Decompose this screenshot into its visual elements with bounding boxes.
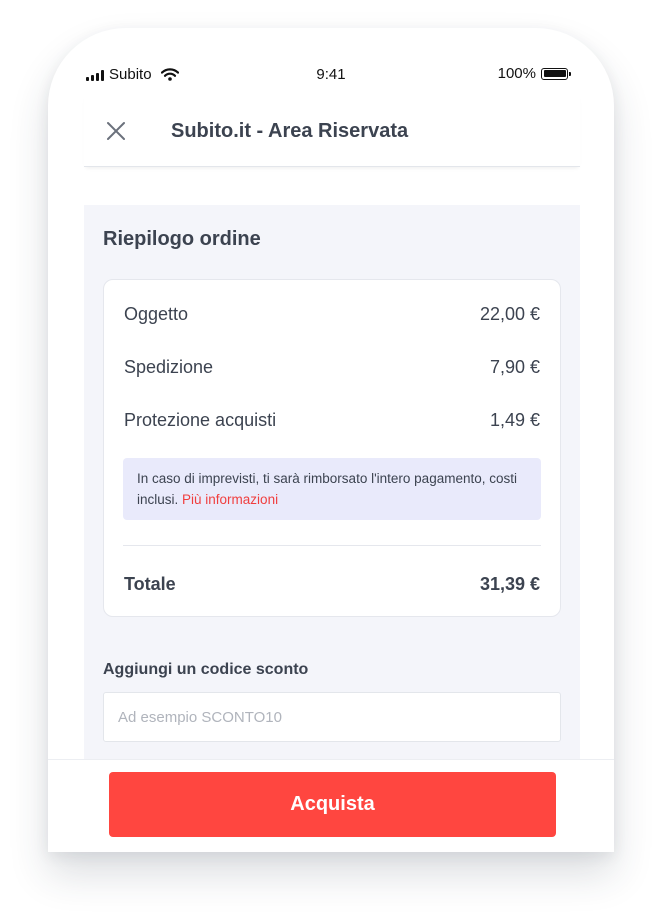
summary-title: Riepilogo ordine [103, 228, 261, 250]
discount-label: Aggiungi un codice sconto [103, 661, 309, 678]
battery-percentage: 100% [497, 65, 536, 82]
row-label: Spedizione [124, 357, 214, 377]
divider [123, 545, 541, 546]
protection-info-box: In caso di imprevisti, ti sarà rimborsat… [123, 458, 541, 520]
order-summary-card: Oggetto 22,00 € Spedizione 7,90 € Protez… [103, 279, 561, 617]
row-value: 7,90 € [489, 357, 540, 377]
row-label: Protezione acquisti [124, 410, 277, 430]
status-bar: Subito 9:41 100% [48, 64, 614, 86]
battery-icon [541, 67, 571, 80]
total-value: 31,39 € [479, 574, 540, 594]
row-value: 22,00 € [479, 304, 540, 324]
close-icon[interactable] [106, 121, 126, 141]
more-info-link[interactable]: Più informazioni [182, 492, 278, 507]
order-content: Riepilogo ordine Oggetto 22,00 € Spedizi… [84, 205, 580, 765]
total-label: Totale [124, 574, 176, 594]
discount-code-input[interactable] [103, 692, 561, 742]
row-label: Oggetto [124, 304, 189, 324]
page-title: Subito.it - Area Riservata [171, 120, 409, 142]
status-right: 100% [497, 65, 571, 82]
buy-button[interactable]: Acquista [109, 772, 556, 837]
footer: Acquista [48, 759, 614, 852]
header: Subito.it - Area Riservata [84, 94, 580, 167]
phone-frame: Subito 9:41 100% Subito.it - Area Riserv… [48, 28, 614, 852]
row-value: 1,49 € [489, 410, 540, 430]
